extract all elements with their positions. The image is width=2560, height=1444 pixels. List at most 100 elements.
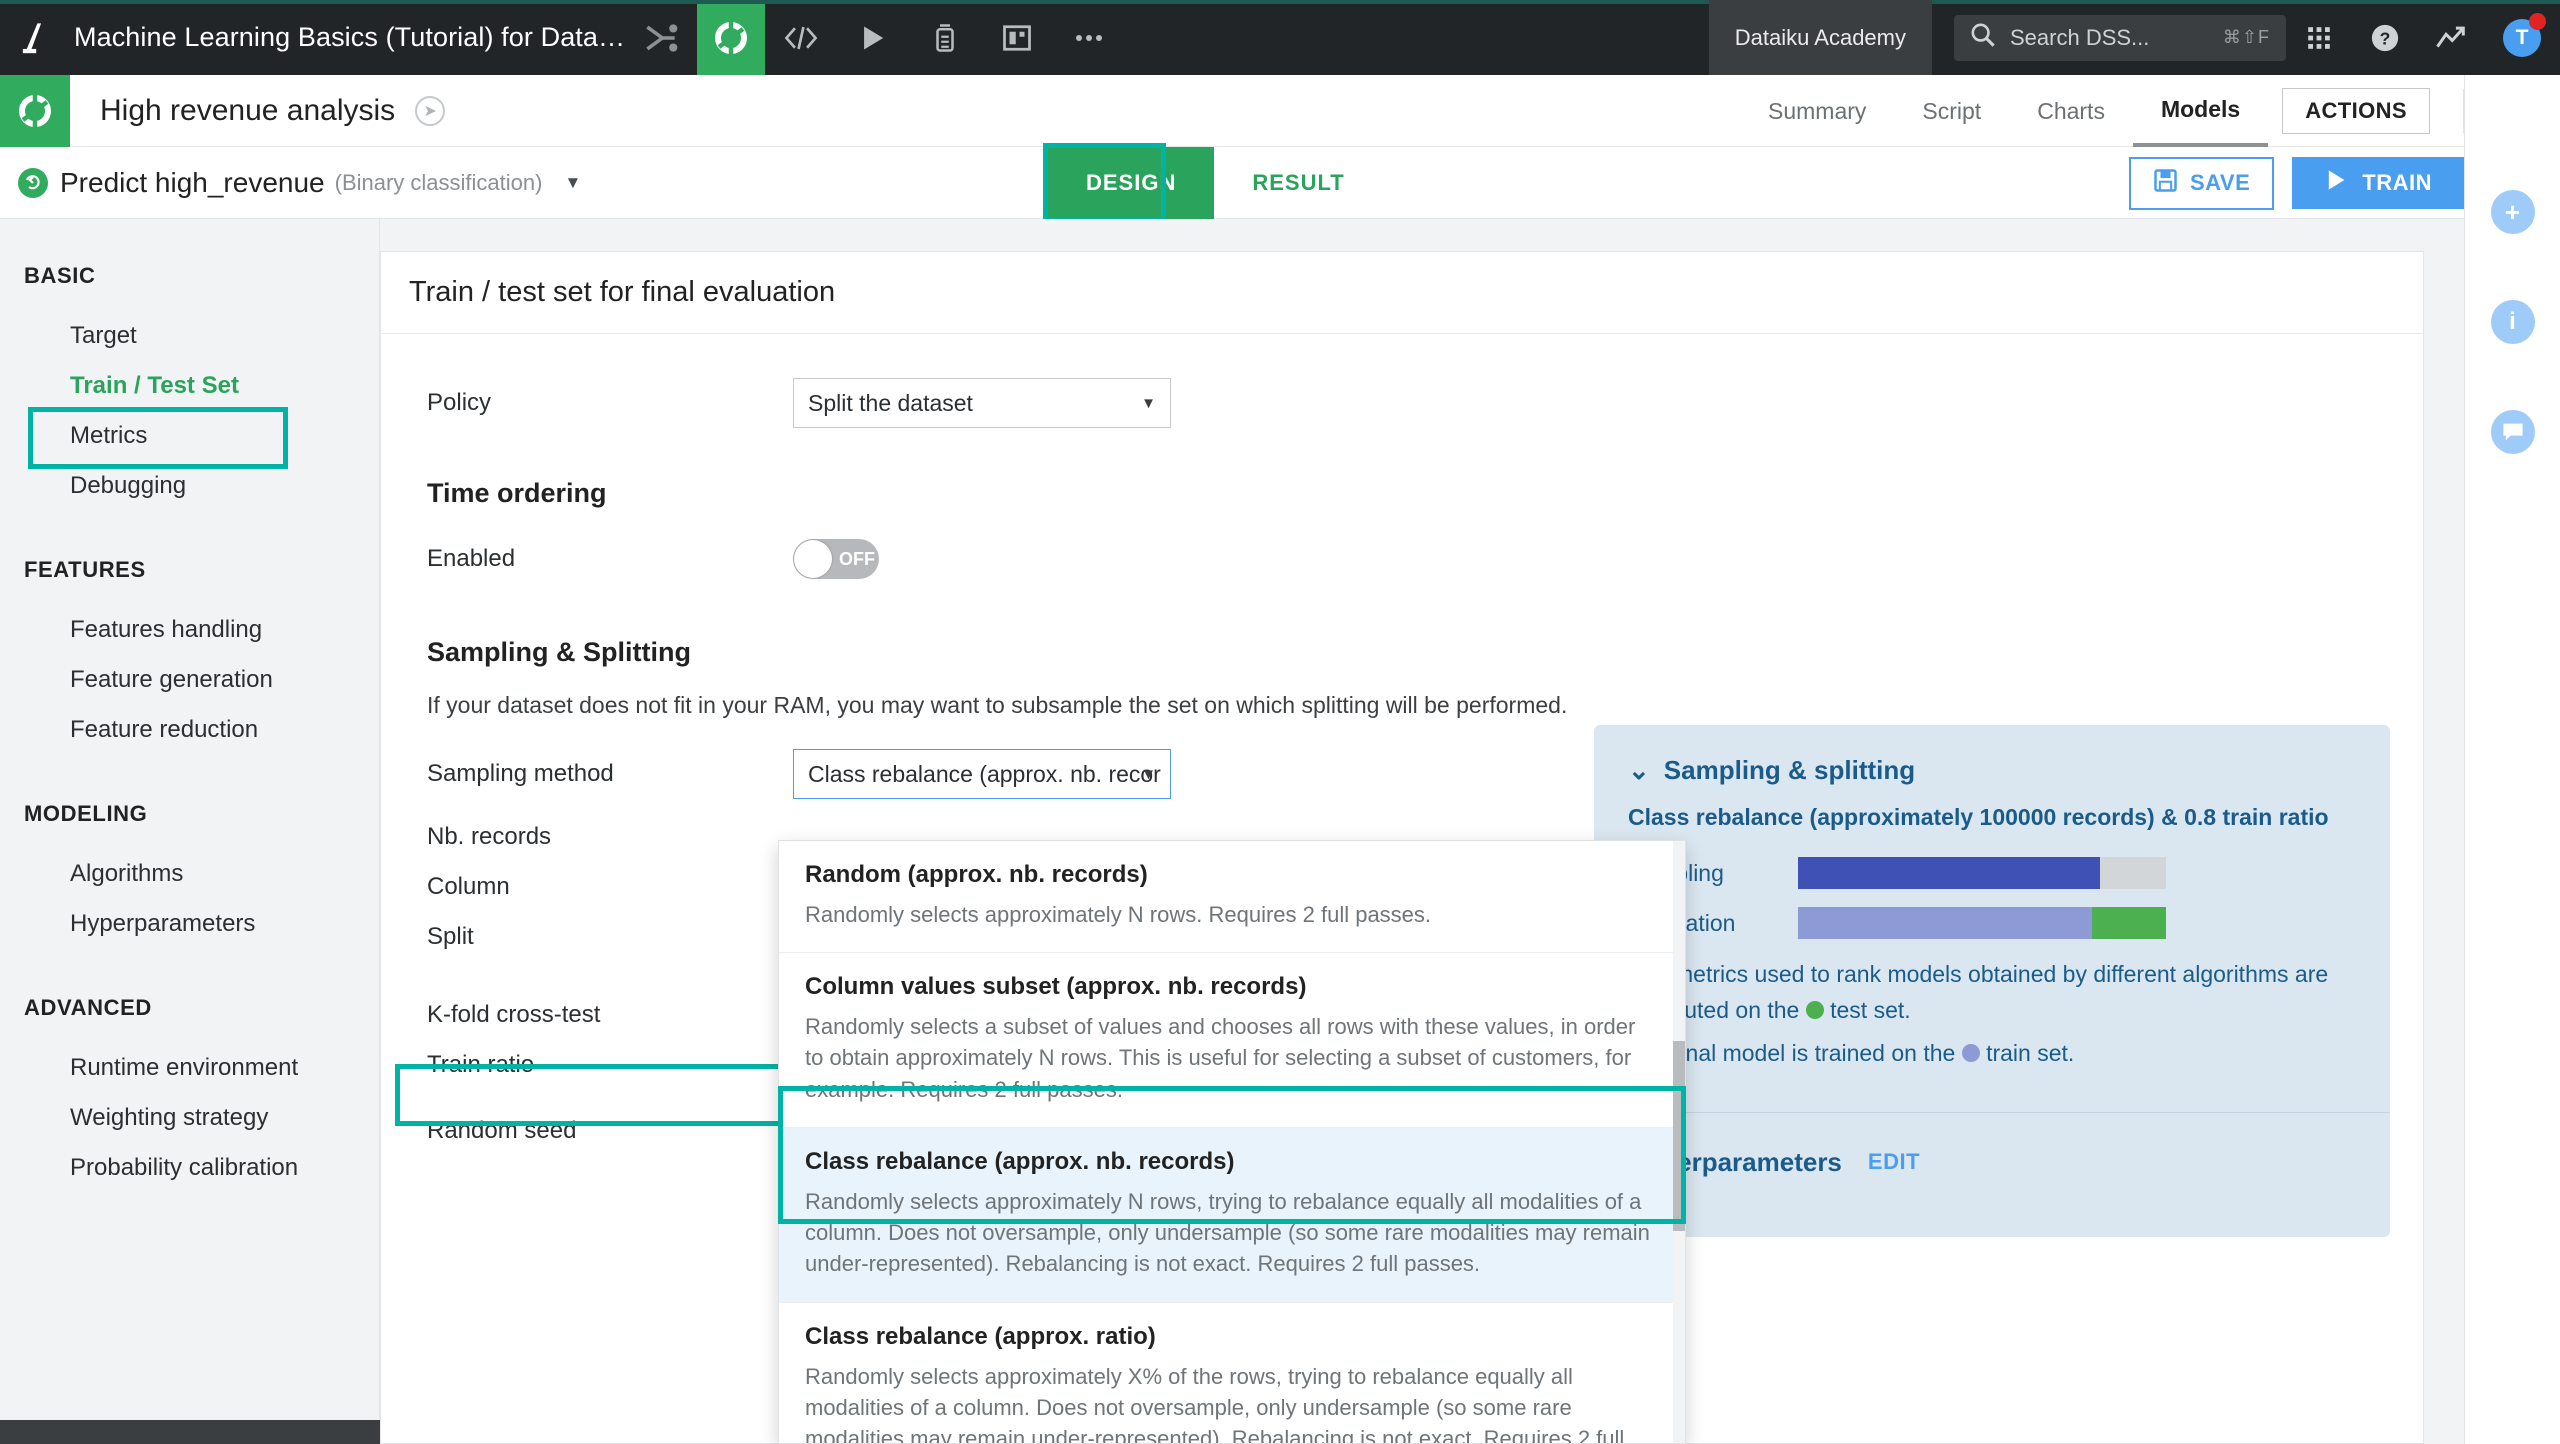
- metrics-note-pre: The metrics used to rank models obtained…: [1628, 961, 2329, 1023]
- share-icon[interactable]: [625, 0, 697, 75]
- metrics-note: The metrics used to rank models obtained…: [1628, 957, 2356, 1028]
- hyperparameters-section: Hyperparameters EDIT: [1594, 1113, 2390, 1178]
- actions-button[interactable]: ACTIONS: [2282, 88, 2430, 134]
- compass-icon[interactable]: ➤: [415, 95, 446, 126]
- hyperparameters-edit-link[interactable]: EDIT: [1868, 1149, 1920, 1175]
- dataiku-logo-icon[interactable]: [0, 0, 70, 75]
- dropdown-scrollbar[interactable]: [1673, 841, 1685, 1443]
- metrics-note-post: test set.: [1823, 996, 1911, 1023]
- test-set-dot-icon: [1805, 1000, 1824, 1019]
- search-shortcut: ⌘⇧F: [2222, 27, 2270, 47]
- analysis-icon: [0, 74, 70, 147]
- sidebar-item-runtime-environment[interactable]: Runtime environment: [0, 1043, 379, 1093]
- model-bar: Predict high_revenue (Binary classificat…: [0, 143, 2560, 223]
- sidebar-item-train-test-set[interactable]: Train / Test Set: [0, 361, 379, 411]
- chevron-down-icon[interactable]: ▼: [564, 173, 581, 193]
- avatar[interactable]: T: [2484, 0, 2560, 75]
- time-ordering-row: Enabled OFF: [381, 539, 2423, 579]
- tab-summary[interactable]: Summary: [1740, 75, 1894, 147]
- evaluation-bar-test: [2092, 907, 2166, 939]
- model-actions: SAVE TRAIN: [2129, 147, 2464, 219]
- evaluation-bar-train: [1798, 907, 2093, 939]
- final-model-note: The final model is trained on the train …: [1628, 1036, 2356, 1072]
- sidebar-bottom-strip: [0, 1420, 380, 1444]
- sidebar-item-features-handling[interactable]: Features handling: [0, 605, 379, 655]
- option-description: Randomly selects approximately X% of the…: [805, 1363, 1625, 1444]
- sidebar-item-metrics[interactable]: Metrics: [0, 411, 379, 461]
- tab-models[interactable]: Models: [2132, 75, 2269, 147]
- sidebar-group-modeling: MODELING: [24, 801, 148, 826]
- prediction-icon: [18, 167, 48, 198]
- play-icon: [2324, 168, 2348, 198]
- sampling-method-value: Class rebalance (approx. nb. recor: [808, 760, 1161, 787]
- sampling-bar-rest: [2099, 857, 2166, 889]
- dataiku-academy-link[interactable]: Dataiku Academy: [1708, 0, 1932, 75]
- search-placeholder: Search DSS...: [2010, 24, 2150, 50]
- dashboard-icon[interactable]: [981, 0, 1053, 75]
- dropdown-option-class-rebalance-records[interactable]: Class rebalance (approx. nb. records) Ra…: [779, 1127, 1685, 1303]
- project-header-bar: High revenue analysis ➤ Summary Script C…: [0, 74, 2560, 147]
- sampling-bar: [1798, 857, 2166, 889]
- train-ratio-label: Train ratio: [427, 1051, 535, 1078]
- sidebar-item-feature-generation[interactable]: Feature generation: [0, 655, 379, 705]
- sidebar-item-hyperparameters[interactable]: Hyperparameters: [0, 899, 379, 949]
- option-title: Random (approx. nb. records): [805, 861, 1148, 888]
- info-panel-title: Sampling & splitting: [1663, 755, 1916, 785]
- more-icon[interactable]: [1053, 0, 1125, 75]
- sidebar-item-feature-reduction[interactable]: Feature reduction: [0, 705, 379, 755]
- code-icon[interactable]: [765, 0, 837, 75]
- tab-result[interactable]: RESULT: [1214, 147, 1382, 219]
- sidebar-item-weighting-strategy[interactable]: Weighting strategy: [0, 1093, 379, 1143]
- design-sidebar: BASIC Target Train / Test Set Metrics De…: [0, 219, 380, 1444]
- sampling-method-label: Sampling method: [427, 760, 614, 787]
- toggle-knob: [794, 540, 832, 578]
- policy-value: Split the dataset: [808, 389, 973, 416]
- time-ordering-title: Time ordering: [427, 478, 607, 508]
- project-title[interactable]: Machine Learning Basics (Tutorial) for D…: [70, 22, 625, 53]
- notification-badge: [2529, 13, 2546, 30]
- final-model-note-post: train set.: [1979, 1040, 2075, 1067]
- info-panel-section: ⌄ Sampling & splitting Class rebalance (…: [1594, 725, 2390, 1072]
- flow-icon[interactable]: [697, 0, 766, 75]
- tab-design[interactable]: DESIGN: [1048, 147, 1215, 219]
- info-panel-header[interactable]: ⌄ Sampling & splitting: [1628, 755, 2356, 786]
- tab-charts[interactable]: Charts: [2009, 75, 2133, 147]
- time-ordering-enabled-label: Enabled: [427, 545, 516, 572]
- sidebar-item-target[interactable]: Target: [0, 311, 379, 361]
- search-icon: [1970, 22, 1996, 53]
- topbar-right-group: Dataiku Academy Search DSS... ⌘⇧F ? T: [1708, 0, 2560, 75]
- comment-icon[interactable]: [2490, 410, 2535, 454]
- tab-script[interactable]: Script: [1894, 75, 2009, 147]
- apps-grid-icon[interactable]: [2286, 0, 2352, 75]
- search-input[interactable]: Search DSS... ⌘⇧F: [1954, 14, 2286, 61]
- time-ordering-toggle[interactable]: OFF: [793, 539, 879, 579]
- sidebar-item-algorithms[interactable]: Algorithms: [0, 849, 379, 899]
- dropdown-option-random[interactable]: Random (approx. nb. records) Randomly se…: [779, 841, 1685, 954]
- save-button[interactable]: SAVE: [2129, 156, 2275, 210]
- save-disk-icon: [2153, 168, 2178, 199]
- chevron-down-icon: ▼: [1141, 765, 1156, 783]
- info-panel-summary: Class rebalance (approximately 100000 re…: [1628, 804, 2329, 830]
- sampling-splitting-title: Sampling & Splitting: [427, 637, 691, 667]
- help-icon[interactable]: ?: [2352, 0, 2418, 75]
- sidebar-group-advanced: ADVANCED: [24, 995, 152, 1020]
- sidebar-item-debugging[interactable]: Debugging: [0, 461, 379, 511]
- policy-row: Policy Split the dataset ▼: [381, 378, 2423, 428]
- add-icon[interactable]: +: [2490, 190, 2535, 234]
- scrollbar-thumb[interactable]: [1673, 1041, 1685, 1231]
- jobs-icon[interactable]: [909, 0, 981, 75]
- dropdown-option-column-values-subset[interactable]: Column values subset (approx. nb. record…: [779, 953, 1685, 1128]
- train-button[interactable]: TRAIN: [2292, 157, 2464, 209]
- evaluation-bar-row: Evaluation: [1628, 907, 2356, 939]
- policy-select[interactable]: Split the dataset ▼: [793, 378, 1171, 428]
- sampling-method-dropdown[interactable]: Random (approx. nb. records) Randomly se…: [778, 840, 1686, 1444]
- sampling-method-select[interactable]: Class rebalance (approx. nb. recor ▼: [793, 749, 1171, 799]
- sampling-bar-fill: [1798, 857, 2100, 889]
- run-icon[interactable]: [837, 0, 909, 75]
- top-navigation-bar: Machine Learning Basics (Tutorial) for D…: [0, 0, 2560, 75]
- activity-icon[interactable]: [2418, 0, 2484, 75]
- dropdown-option-class-rebalance-ratio[interactable]: Class rebalance (approx. ratio) Randomly…: [779, 1303, 1685, 1444]
- info-icon[interactable]: i: [2490, 300, 2535, 344]
- chevron-down-icon: ▼: [1141, 394, 1156, 412]
- sidebar-item-probability-calibration[interactable]: Probability calibration: [0, 1143, 379, 1193]
